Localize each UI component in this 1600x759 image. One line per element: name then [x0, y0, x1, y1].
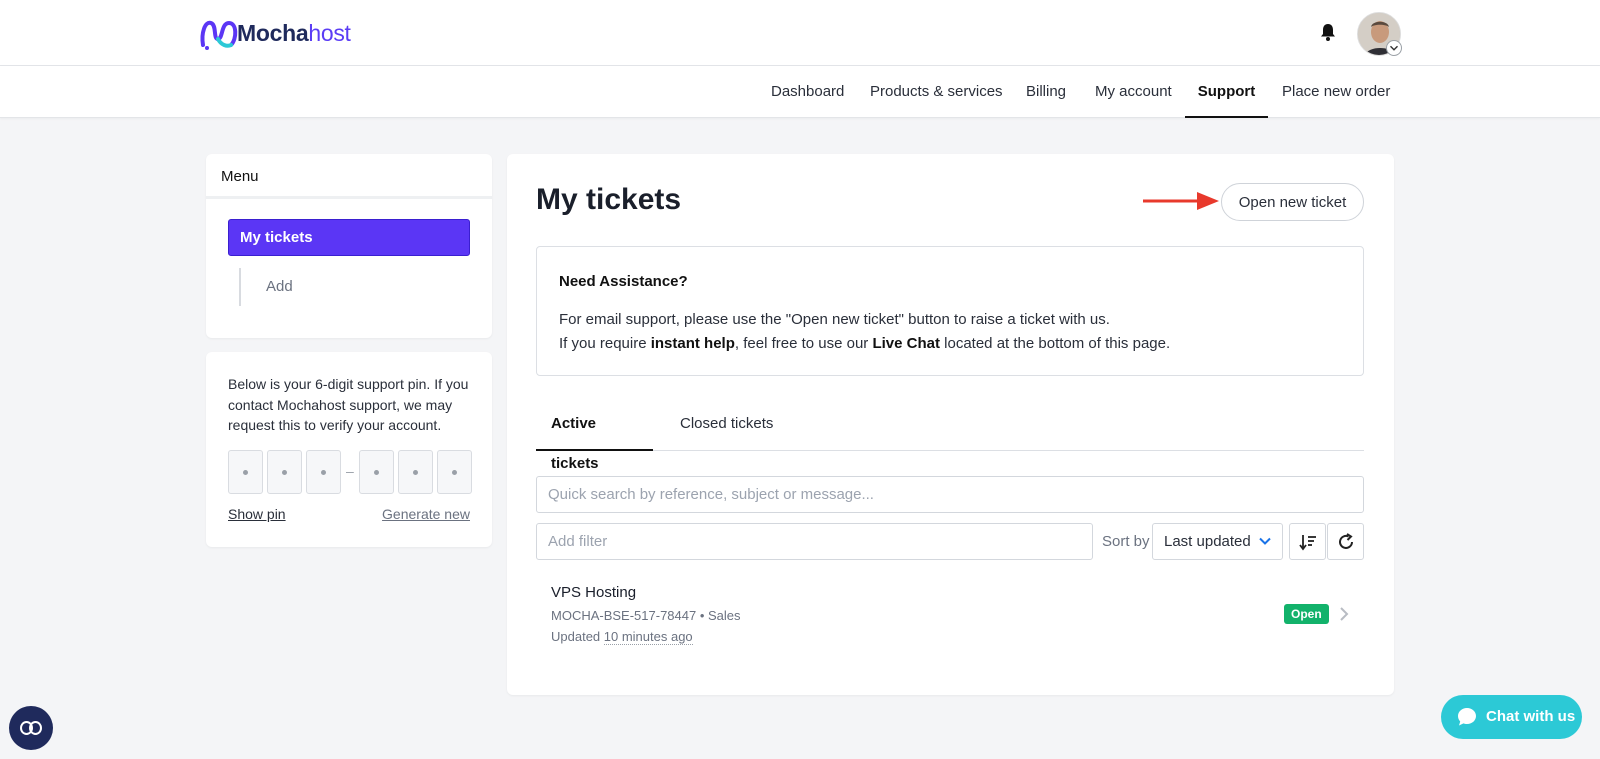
ticket-subject: VPS Hosting — [551, 584, 637, 601]
main-navigation: Dashboard Products & services Billing My… — [0, 66, 1600, 118]
refresh-button[interactable] — [1327, 523, 1364, 560]
tab-closed-tickets[interactable]: Closed tickets — [665, 404, 788, 451]
ticket-reference: MOCHA-BSE-517-78447 • Sales — [551, 608, 741, 623]
mochahost-logo[interactable]: Mochahost — [199, 14, 351, 52]
tickets-panel: My tickets Open new ticket Need Assistan… — [507, 154, 1394, 695]
pin-digit — [359, 450, 394, 494]
sort-by-value: Last updated — [1164, 533, 1251, 550]
ticket-row[interactable]: VPS Hosting MOCHA-BSE-517-78447 • Sales … — [536, 574, 1364, 654]
tab-active-tickets[interactable]: Active tickets — [536, 404, 653, 472]
chevron-right-icon[interactable] — [1337, 606, 1351, 622]
nav-place-new-order[interactable]: Place new order — [1282, 66, 1390, 118]
support-pin-description: Below is your 6-digit support pin. If yo… — [228, 376, 469, 433]
notification-bell-icon[interactable] — [1318, 22, 1338, 42]
assistance-line-chat: If you require instant help, feel free t… — [559, 335, 1171, 352]
cookie-settings-button[interactable] — [9, 706, 53, 750]
pin-separator: – — [346, 463, 354, 479]
ticket-search-input[interactable] — [536, 476, 1364, 513]
assistance-title: Need Assistance? — [559, 273, 688, 290]
sort-by-label: Sort by — [1102, 533, 1150, 550]
show-pin-link[interactable]: Show pin — [228, 506, 286, 522]
pin-digit — [398, 450, 433, 494]
nav-my-account[interactable]: My account — [1095, 66, 1172, 118]
top-bar: Mochahost — [0, 0, 1600, 66]
nav-products-services[interactable]: Products & services — [870, 66, 1003, 118]
menu-title: Menu — [206, 154, 492, 199]
pin-digit — [228, 450, 263, 494]
sidebar-menu: Menu My tickets Add — [206, 154, 492, 338]
chat-with-us-button[interactable]: Chat with us — [1441, 695, 1582, 739]
pin-digit — [267, 450, 302, 494]
avatar-dropdown-chevron-icon[interactable] — [1386, 40, 1402, 56]
refresh-icon — [1339, 533, 1353, 549]
nav-dashboard[interactable]: Dashboard — [771, 66, 844, 118]
chat-bubble-icon — [1458, 708, 1476, 726]
sort-direction-button[interactable] — [1289, 523, 1326, 560]
ticket-tabs: Active tickets Closed tickets — [536, 404, 1364, 472]
status-badge: Open — [1284, 604, 1329, 624]
chat-label: Chat with us — [1486, 708, 1576, 725]
sidebar-item-my-tickets[interactable]: My tickets — [228, 219, 470, 256]
logo-text: Mochahost — [237, 19, 351, 46]
sort-descending-icon — [1299, 535, 1316, 551]
generate-new-pin-link[interactable]: Generate new — [382, 506, 470, 522]
link-icon — [20, 721, 42, 735]
add-filter-input[interactable] — [536, 523, 1093, 560]
logo-mark-icon — [200, 20, 238, 50]
support-pin-card: Below is your 6-digit support pin. If yo… — [206, 352, 492, 547]
support-pin-digits: – — [228, 450, 472, 494]
nav-support[interactable]: Support — [1185, 66, 1268, 118]
page-title: My tickets — [536, 183, 682, 216]
nav-billing[interactable]: Billing — [1026, 66, 1066, 118]
pin-digit — [306, 450, 341, 494]
assistance-line-email: For email support, please use the "Open … — [559, 311, 1110, 328]
need-assistance-box: Need Assistance? For email support, plea… — [536, 246, 1364, 376]
open-new-ticket-button[interactable]: Open new ticket — [1221, 183, 1364, 221]
sidebar-item-add[interactable]: Add — [239, 268, 293, 306]
ticket-updated: Updated 10 minutes ago — [551, 629, 693, 645]
red-arrow-icon — [1143, 192, 1219, 210]
chevron-down-icon — [1259, 537, 1271, 545]
pin-digit — [437, 450, 472, 494]
sort-by-select[interactable]: Last updated — [1152, 523, 1283, 560]
